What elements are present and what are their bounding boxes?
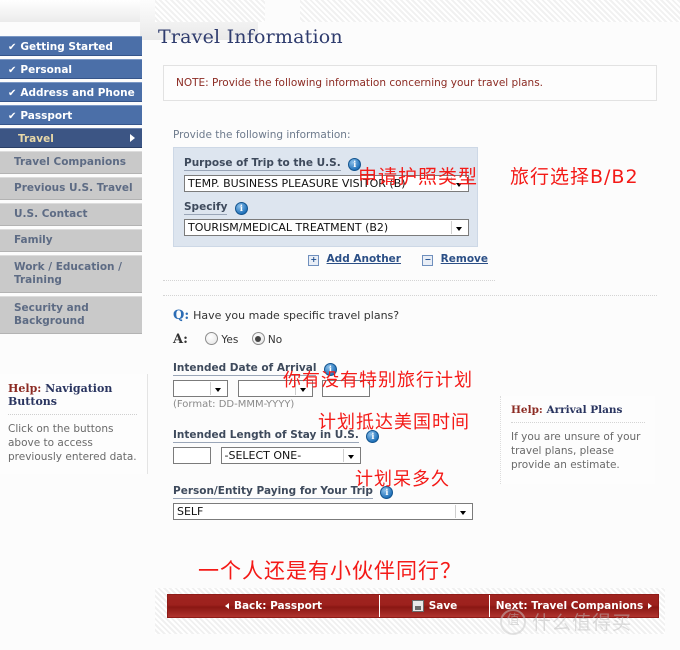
sidebar-subitem-label: Previous U.S. Travel — [14, 182, 133, 194]
navigation-button-bar: Back: Passport Save Next: Travel Compani… — [167, 594, 659, 618]
sidebar-subitem-label: Family — [14, 234, 53, 246]
minus-icon[interactable]: − — [422, 255, 434, 266]
note-box: NOTE: Provide the following information … — [163, 65, 657, 101]
save-button-label: Save — [428, 600, 458, 612]
sidebar-item-address-and-phone[interactable]: ✔ Address and Phone — [0, 82, 142, 102]
question-text: Have you made specific travel plans? — [193, 309, 400, 322]
length-of-stay-unit-select[interactable]: -SELECT ONE- — [220, 447, 361, 464]
sidebar-item-label: Personal — [20, 64, 73, 76]
arrow-right-icon — [648, 603, 653, 609]
provide-info-label: Provide the following information: — [173, 129, 351, 141]
sidebar-item-travel[interactable]: Travel — [0, 128, 142, 148]
check-icon: ✔ — [8, 88, 17, 99]
sidebar-item-security-and-background[interactable]: Security and Background — [0, 296, 142, 334]
add-remove-links: + Add Another − Remove — [173, 253, 488, 266]
sidebar-subitem-label: Work / Education / Training — [14, 261, 122, 286]
annotation-specific-plans: 你有没有特别旅行计划 — [283, 370, 473, 391]
note-text: NOTE: Provide the following information … — [176, 77, 544, 89]
next-button-label: Next: Travel Companions — [495, 600, 644, 612]
help-arrival-title: Help: Arrival Plans — [511, 404, 645, 423]
help-navigation-buttons-box: Help: Navigation Buttons Click on the bu… — [0, 374, 148, 474]
page-title: Travel Information — [158, 26, 343, 48]
check-icon: ✔ — [8, 111, 17, 122]
top-strip-right — [300, 0, 680, 22]
sidebar-item-getting-started[interactable]: ✔ Getting Started — [0, 36, 142, 56]
field-spacer — [184, 192, 467, 200]
help-navigation-body: Click on the buttons above to access pre… — [8, 423, 137, 463]
plus-icon[interactable]: + — [308, 255, 320, 266]
info-icon[interactable]: i — [234, 202, 248, 215]
sidebar-item-previous-us-travel[interactable]: Previous U.S. Travel — [0, 177, 142, 200]
answer-row: A: Yes No — [173, 332, 657, 347]
remove-link[interactable]: Remove — [441, 253, 488, 265]
answer-letter: A: — [173, 332, 188, 347]
section-divider — [163, 295, 657, 296]
sidebar-navigation: ✔ Getting Started ✔ Personal ✔ Address and … — [0, 36, 142, 337]
sidebar-subitem-label: U.S. Contact — [14, 208, 88, 220]
sidebar-item-family[interactable]: Family — [0, 229, 142, 252]
travel-form: Provide the following information: Purpo… — [163, 123, 657, 266]
check-icon: ✔ — [8, 42, 17, 53]
top-strip-left — [155, 0, 265, 22]
purpose-of-trip-label: Purpose of Trip to the U.S. — [184, 157, 341, 171]
person-entity-paying-value: SELF — [177, 505, 204, 518]
question-letter: Q: — [173, 308, 190, 323]
sidebar-item-passport[interactable]: ✔ Passport — [0, 105, 142, 125]
save-button[interactable]: Save — [380, 595, 490, 617]
help-arrival-plans-box: Help: Arrival Plans If you are unsure of… — [500, 396, 655, 484]
arrow-left-icon — [224, 603, 229, 609]
help-label: Help: — [8, 382, 42, 395]
sidebar-item-label: Getting Started — [20, 41, 113, 53]
top-left-gradient — [0, 0, 155, 22]
annotation-purpose-type: 申请护照类型 — [358, 166, 479, 188]
sidebar-subitem-label: Security and Background — [14, 302, 89, 327]
annotation-arrival-time: 计划抵达美国时间 — [318, 412, 470, 433]
specify-label: Specify — [184, 201, 228, 215]
sidebar-item-label: Address and Phone — [20, 87, 135, 99]
length-of-stay-inputs: -SELECT ONE- — [173, 447, 493, 464]
specify-value: TOURISM/MEDICAL TREATMENT (B2) — [188, 221, 389, 234]
back-passport-button[interactable]: Back: Passport — [168, 595, 380, 617]
chevron-down-icon — [455, 505, 471, 518]
person-entity-paying-label: Person/Entity Paying for Your Trip — [173, 485, 373, 499]
check-icon: ✔ — [8, 65, 17, 76]
specify-select[interactable]: TOURISM/MEDICAL TREATMENT (B2) — [184, 219, 469, 236]
length-of-stay-number-input[interactable] — [173, 447, 211, 464]
length-of-stay-unit-value: -SELECT ONE- — [224, 449, 302, 462]
annotation-length-of-stay: 计划呆多久 — [355, 469, 450, 490]
radio-yes[interactable] — [205, 332, 219, 345]
annotation-travel-companions: 一个人还是有小伙伴同行？ — [198, 559, 462, 583]
help-label: Help: — [511, 404, 543, 416]
chevron-down-icon — [210, 382, 226, 395]
back-button-label: Back: Passport — [233, 600, 323, 612]
arrival-day-select[interactable] — [173, 380, 228, 397]
sidebar-item-travel-companions[interactable]: Travel Companions — [0, 151, 142, 174]
sidebar-item-us-contact[interactable]: U.S. Contact — [0, 203, 142, 226]
help-arrival-body: If you are unsure of your travel plans, … — [511, 431, 641, 471]
section-divider-top — [163, 280, 495, 281]
chevron-down-icon — [342, 449, 359, 462]
next-travel-companions-button[interactable]: Next: Travel Companions — [490, 595, 658, 617]
sidebar-item-personal[interactable]: ✔ Personal — [0, 59, 142, 79]
specific-travel-plans-question: Q: Have you made specific travel plans? A… — [173, 308, 657, 347]
add-another-link[interactable]: Add Another — [327, 253, 401, 265]
chevron-down-icon — [451, 221, 467, 234]
person-entity-paying-select[interactable]: SELF — [173, 503, 473, 520]
question-row: Q: Have you made specific travel plans? — [173, 308, 657, 323]
help-navigation-title: Help: Navigation Buttons — [8, 382, 137, 415]
sidebar-item-label: Travel — [18, 133, 54, 145]
chevron-right-icon — [130, 134, 135, 142]
sidebar-subitem-label: Travel Companions — [14, 156, 126, 168]
sidebar-item-work-education-training[interactable]: Work / Education / Training — [0, 255, 142, 293]
ceac-travel-information-page: ✔ Getting Started ✔ Personal ✔ Address and … — [0, 0, 680, 650]
floppy-disk-icon — [411, 600, 424, 612]
annotation-travel-b-b2: 旅行选择B/B2 — [510, 166, 639, 188]
sidebar-item-label: Passport — [20, 110, 73, 122]
radio-no[interactable] — [251, 332, 265, 345]
help-title-rest: Arrival Plans — [542, 404, 623, 416]
specify-label-row: Specify i — [184, 200, 467, 217]
radio-yes-label: Yes — [221, 334, 239, 346]
radio-no-label: No — [267, 334, 283, 346]
